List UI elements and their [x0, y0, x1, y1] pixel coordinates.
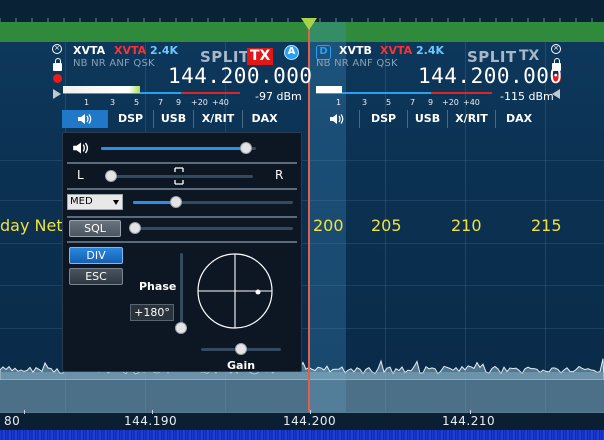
s-meter-bar	[316, 86, 342, 93]
freq-marker-200: 200	[313, 216, 344, 235]
squelch-button[interactable]: SQL	[69, 220, 121, 237]
volume-fill	[101, 147, 246, 150]
frequency-display[interactable]: 144.200.000	[168, 64, 313, 88]
tab-audio[interactable]	[314, 110, 360, 128]
divider	[67, 188, 297, 190]
tx-antenna[interactable]: XVTA	[114, 44, 146, 57]
audio-panel: L R MED SQL DIV ESC Phase +180° Gain	[62, 132, 302, 372]
s-tick: 5	[134, 98, 140, 107]
axis-label: 144.200	[283, 414, 337, 428]
agc-threshold-knob[interactable]	[170, 196, 182, 208]
tab-mode[interactable]: USB	[154, 110, 194, 128]
speaker-icon[interactable]	[71, 141, 91, 155]
s-tick: 7	[158, 98, 164, 107]
signal-level: -97 dBm	[255, 90, 302, 103]
filter-width: 2.4K	[150, 44, 179, 57]
tab-dax[interactable]: DAX	[243, 110, 286, 128]
s-tick: +40	[212, 98, 229, 107]
speaker-icon	[77, 114, 91, 124]
pan-center-bracket	[174, 167, 184, 185]
s-tick: +20	[442, 98, 459, 107]
phase-track[interactable]	[180, 253, 183, 331]
s-tick: 5	[386, 98, 392, 107]
tx-indicator-icon[interactable]	[53, 74, 62, 83]
spectrum-fill	[0, 372, 604, 412]
s-tick: +20	[191, 98, 208, 107]
polar-point	[255, 289, 261, 295]
waterfall[interactable]	[0, 430, 604, 440]
s-tick: +40	[463, 98, 480, 107]
tab-audio[interactable]	[62, 110, 108, 128]
s-tick: 9	[176, 98, 182, 107]
dsp-features: NB NR ANF QSK	[316, 58, 398, 69]
squelch-knob[interactable]	[129, 222, 141, 234]
rx-antenna[interactable]: XVTA	[73, 44, 105, 57]
filter-width: 2.4K	[416, 44, 445, 57]
axis-label: 144.210	[442, 414, 496, 428]
s-tick: 1	[336, 98, 342, 107]
freq-marker-215: 215	[531, 216, 562, 235]
spot-label-net[interactable]: day Net	[0, 216, 63, 235]
s-meter-over-scale	[181, 92, 240, 94]
tab-dax[interactable]: DAX	[496, 110, 542, 128]
divider	[67, 162, 297, 164]
s-tick: 7	[410, 98, 416, 107]
div-button[interactable]: DIV	[69, 247, 123, 264]
slice-a-flag: × XVTA XVTA 2.4K NB NR ANF QSK SPLIT TX …	[50, 42, 312, 132]
tab-dsp[interactable]: DSP	[108, 110, 154, 128]
speaker-icon	[329, 114, 343, 124]
rx-antenna[interactable]: XVTB	[339, 44, 372, 57]
tx-button[interactable]: TX	[247, 48, 274, 65]
play-icon[interactable]	[53, 89, 61, 99]
slice-d-flag: D XVTB XVTA 2.4K NB NR ANF QSK SPLIT TX …	[310, 42, 604, 132]
phase-label: Phase	[139, 280, 177, 293]
slice-d-tabs: DSP USB X/RIT DAX	[314, 110, 560, 128]
slice-a-tabs: DSP USB X/RIT DAX	[62, 110, 308, 128]
freq-marker-205: 205	[371, 216, 402, 235]
close-slice-icon[interactable]: ×	[52, 44, 62, 54]
close-slice-icon[interactable]: ×	[551, 44, 561, 54]
tx-antenna[interactable]: XVTA	[380, 44, 412, 57]
phase-value[interactable]: +180°	[130, 304, 174, 321]
agc-mode-value: MED	[70, 196, 93, 207]
s-meter-bar	[63, 86, 140, 93]
pan-right-label: R	[275, 168, 284, 182]
gain-label: Gain	[227, 359, 256, 372]
s-meter-over-scale	[431, 92, 492, 94]
esc-button[interactable]: ESC	[69, 268, 123, 285]
frequency-display[interactable]: 144.200.000	[418, 64, 563, 88]
chevron-down-icon	[113, 200, 119, 205]
esc-polar-display[interactable]	[195, 251, 275, 331]
s-tick: 3	[110, 98, 116, 107]
signal-level: -115 dBm	[500, 90, 554, 103]
gain-knob[interactable]	[235, 343, 247, 355]
dsp-features: NB NR ANF QSK	[73, 58, 155, 69]
pan-left-label: L	[77, 168, 84, 182]
slice-letter-badge[interactable]: A	[284, 45, 299, 60]
axis-label: 80	[4, 414, 21, 428]
pan-slider-knob[interactable]	[105, 170, 117, 182]
agc-mode-select[interactable]: MED	[67, 194, 123, 210]
tx-button[interactable]: TX	[516, 48, 542, 65]
tab-mode[interactable]: USB	[408, 110, 448, 128]
tab-xrit[interactable]: X/RIT	[448, 110, 496, 128]
squelch-track[interactable]	[133, 227, 293, 230]
axis-tick	[24, 410, 25, 414]
volume-slider-knob[interactable]	[239, 142, 252, 154]
divider	[67, 216, 297, 218]
s-tick: 9	[428, 98, 434, 107]
tuning-marker[interactable]	[301, 18, 317, 30]
freq-marker-210: 210	[451, 216, 482, 235]
divider	[67, 241, 297, 243]
phase-knob[interactable]	[175, 322, 187, 334]
lock-icon[interactable]	[53, 58, 62, 71]
tab-xrit[interactable]: X/RIT	[194, 110, 243, 128]
axis-label: 144.190	[124, 414, 178, 428]
tab-dsp[interactable]: DSP	[360, 110, 408, 128]
s-tick: 3	[362, 98, 368, 107]
s-tick: 1	[84, 98, 90, 107]
